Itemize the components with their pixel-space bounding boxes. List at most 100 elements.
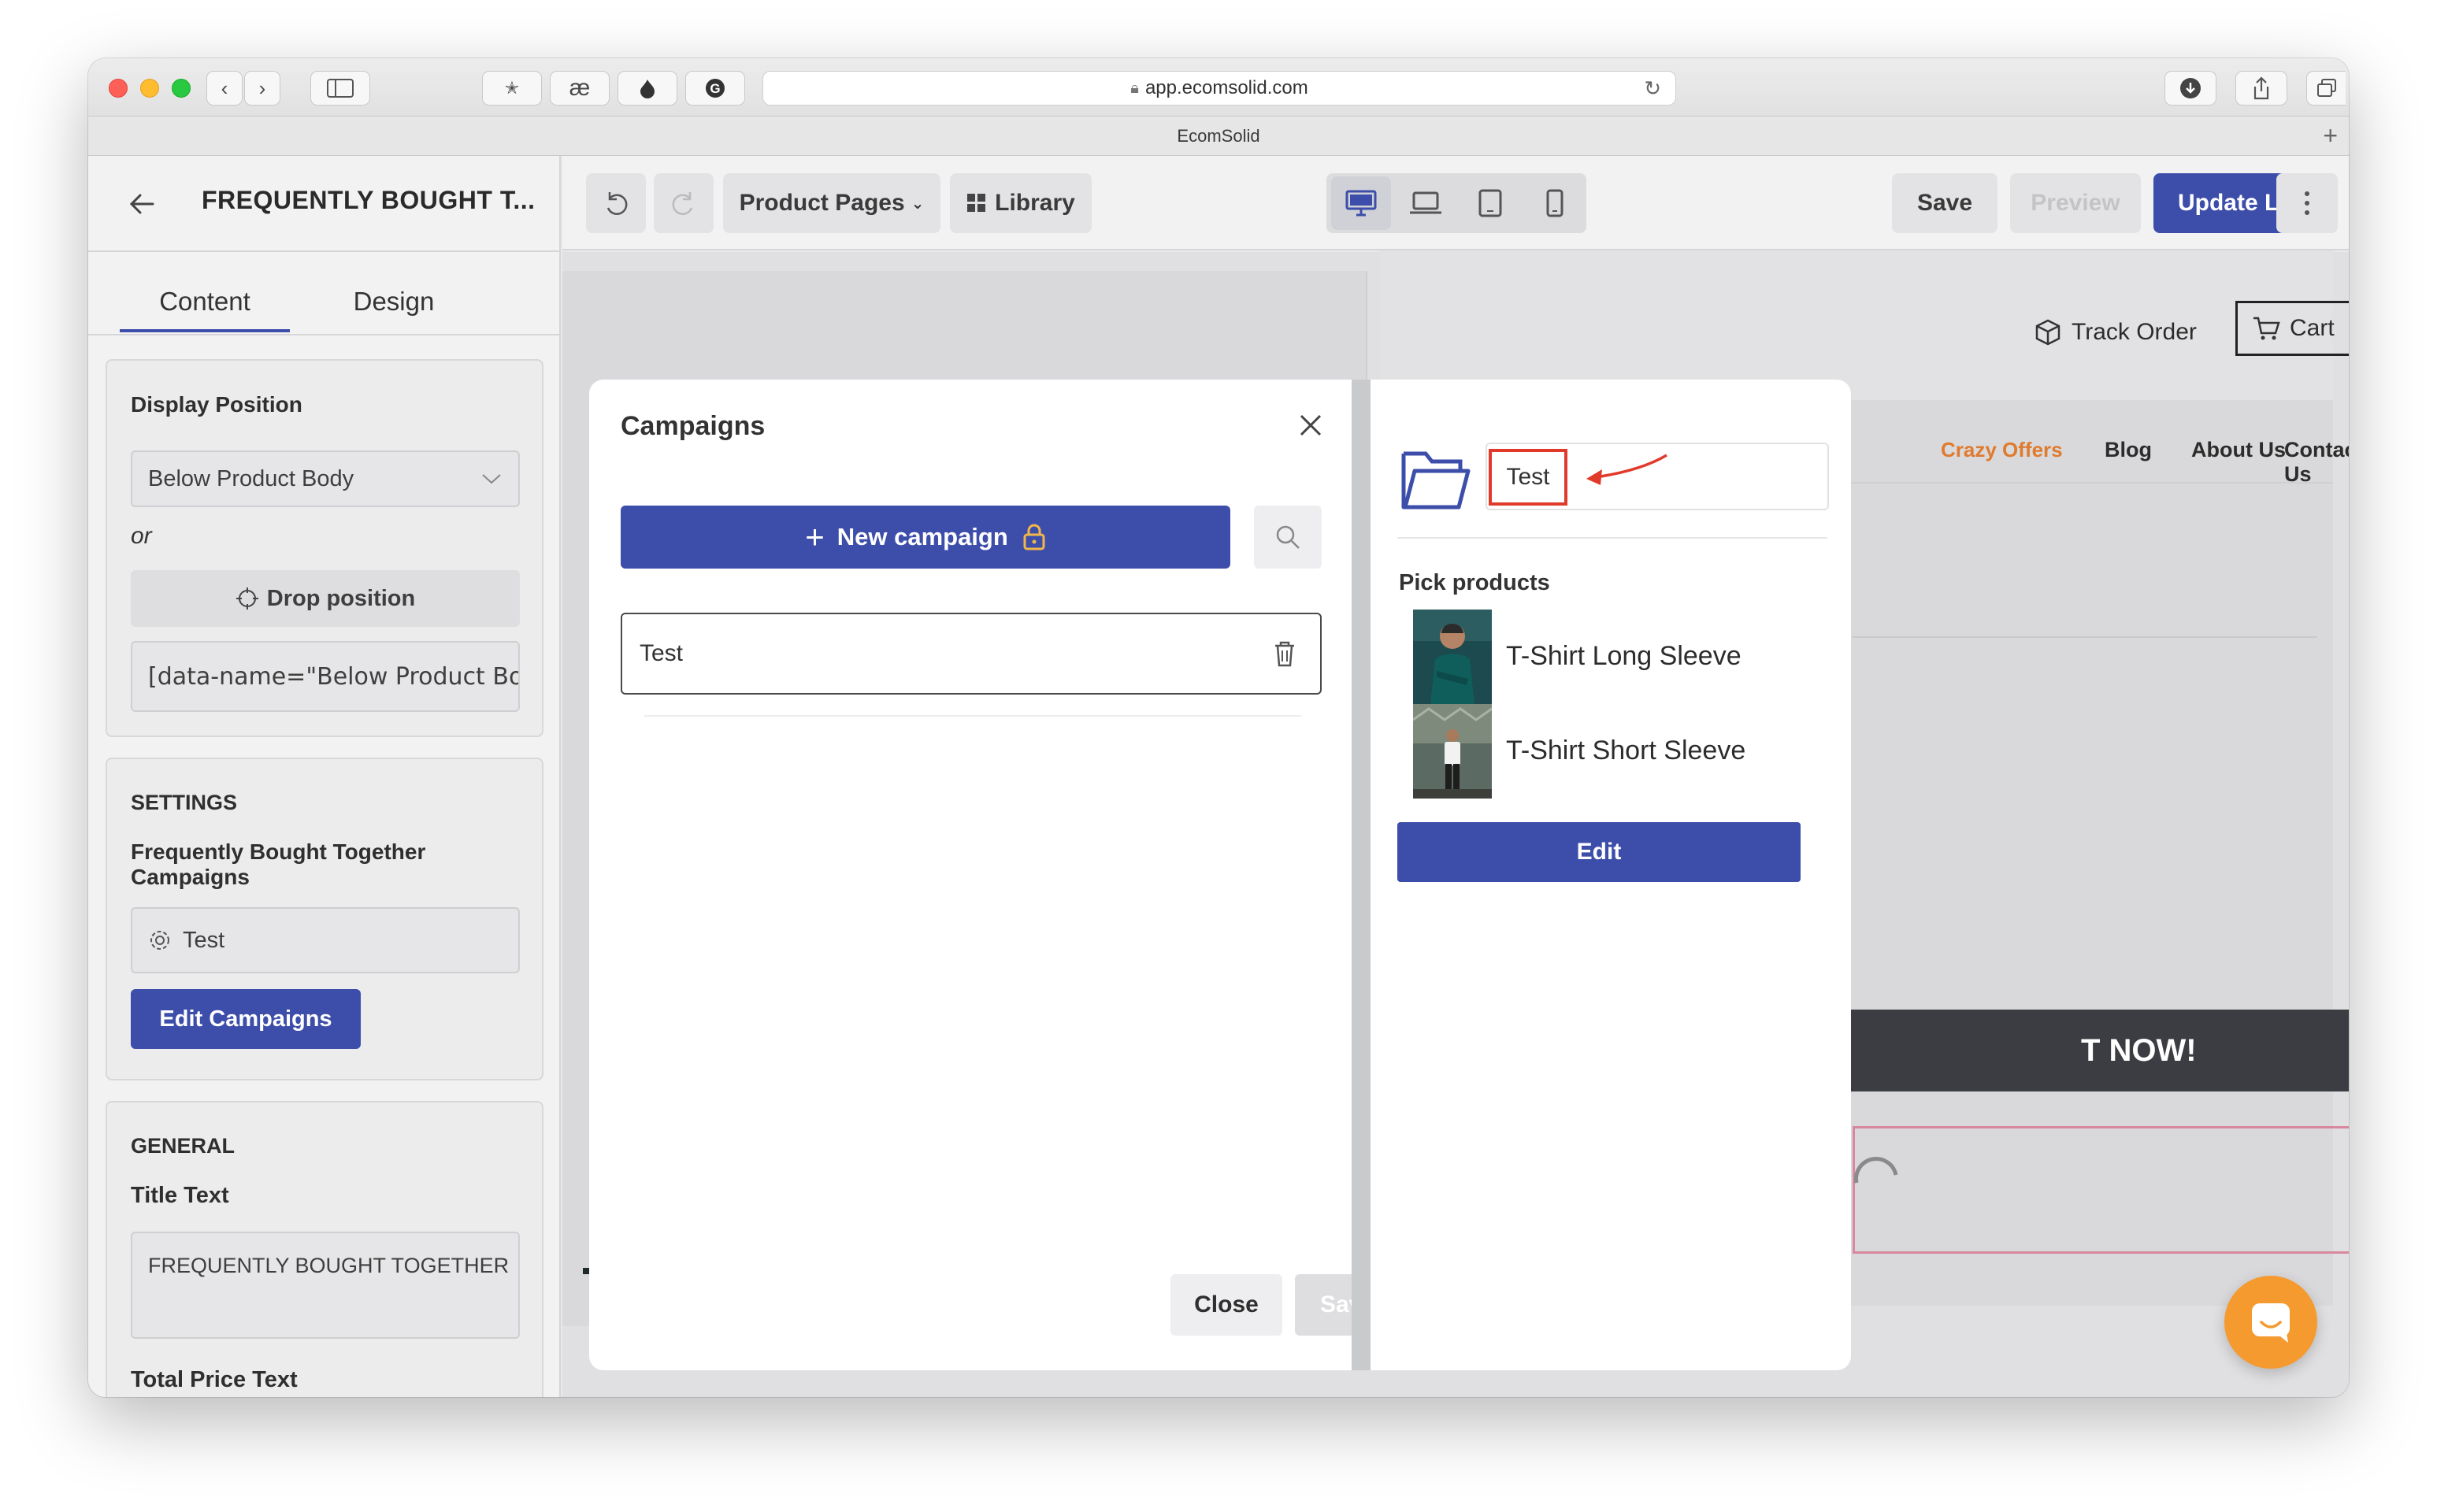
- selector-input[interactable]: [data-name="Below Product Body"]: [131, 641, 520, 712]
- loading-spinner-icon: [1854, 1157, 1898, 1184]
- display-position-card: Display Position Below Product Body or D…: [106, 359, 543, 737]
- tablet-icon: [1478, 189, 1502, 217]
- nav-crazy-offers[interactable]: Crazy Offers: [1941, 438, 2063, 462]
- track-order-label: Track Order: [2072, 319, 2197, 345]
- product-image-long-sleeve: [1413, 610, 1492, 704]
- fbt-block-placeholder: [1853, 1126, 2349, 1254]
- chevron-right-icon: ›: [258, 76, 266, 100]
- cart-button[interactable]: Cart: [2235, 301, 2349, 356]
- campaign-value: Test: [183, 927, 225, 953]
- flame-icon: [640, 80, 655, 98]
- cart-label: Cart: [2290, 315, 2335, 341]
- search-campaign-button[interactable]: [1254, 506, 1322, 569]
- divider: [1397, 537, 1827, 539]
- new-tab-plus-icon[interactable]: +: [2323, 121, 2338, 150]
- desktop-view-button[interactable]: [1331, 176, 1391, 230]
- tablet-view-button[interactable]: [1460, 176, 1520, 230]
- divider: [644, 715, 1301, 717]
- preview-button[interactable]: Preview: [2010, 173, 2141, 233]
- nav-blog[interactable]: Blog: [2105, 438, 2152, 462]
- tab-overview-button[interactable]: [2306, 71, 2346, 106]
- campaign-list-item[interactable]: Test: [621, 613, 1322, 695]
- general-heading: GENERAL: [131, 1134, 236, 1158]
- share-icon: [2253, 76, 2269, 100]
- modal-title: Campaigns: [621, 411, 766, 441]
- edit-campaigns-button[interactable]: Edit Campaigns: [131, 989, 361, 1049]
- display-position-select[interactable]: Below Product Body: [131, 450, 520, 507]
- undo-button[interactable]: [586, 173, 646, 233]
- extension-ae-button[interactable]: æ: [550, 71, 610, 106]
- back-nav-button[interactable]: ‹: [206, 71, 243, 106]
- browser-window: ‹ › ✭ æ G 🔒︎ app.ecomsolid.com ↻ EcomSol…: [88, 58, 2349, 1397]
- campaign-name-input[interactable]: Test: [1489, 449, 1567, 506]
- tabs-icon: [2316, 79, 2336, 97]
- edit-products-button[interactable]: Edit: [1397, 822, 1801, 882]
- extension-grammarly-button[interactable]: G: [685, 71, 745, 106]
- svg-text:G: G: [710, 81, 720, 96]
- search-icon: [1276, 525, 1300, 549]
- campaigns-modal: Campaigns + New campaign Test Close Save: [589, 380, 1400, 1370]
- nav-about-us[interactable]: About Us: [2191, 438, 2286, 462]
- ae-extension-icon: æ: [569, 75, 591, 101]
- campaigns-label: Frequently Bought Together Campaigns: [131, 839, 426, 889]
- bookmark-button[interactable]: ✭: [482, 71, 542, 106]
- crosshair-icon: [236, 587, 258, 610]
- undo-icon: [606, 192, 628, 215]
- laptop-icon: [1410, 191, 1441, 214]
- url-text: app.ecomsolid.com: [1144, 77, 1308, 98]
- address-bar[interactable]: 🔒︎ app.ecomsolid.com ↻: [762, 71, 1676, 106]
- redo-button[interactable]: [654, 173, 714, 233]
- more-options-button[interactable]: [2276, 173, 2338, 233]
- reload-icon[interactable]: ↻: [1644, 76, 1661, 101]
- star-bookmark-icon: ✭: [504, 78, 520, 98]
- minimize-window-button[interactable]: [140, 79, 159, 98]
- tab-design[interactable]: Design: [309, 277, 479, 332]
- browser-tab[interactable]: EcomSolid +: [88, 117, 2349, 156]
- modal-close-text-button[interactable]: Close: [1170, 1274, 1282, 1336]
- campaign-select[interactable]: Test: [131, 907, 520, 973]
- editor-app: FREQUENTLY BOUGHT T... Content Design Di…: [88, 156, 2349, 1397]
- campaign-name: Test: [640, 640, 684, 666]
- mobile-view-button[interactable]: [1525, 176, 1585, 230]
- campaign-detail-panel: Test Pick products T-Shirt Long Sleeve T…: [1371, 380, 1851, 1370]
- lock-icon: [1023, 524, 1045, 550]
- sidebar-icon: [327, 79, 354, 98]
- element-title: FREQUENTLY BOUGHT T...: [202, 186, 536, 214]
- modal-split-divider: [1352, 380, 1371, 1370]
- title-text-input[interactable]: FREQUENTLY BOUGHT TOGETHER: [131, 1232, 520, 1339]
- trash-icon: [1275, 641, 1294, 667]
- close-window-button[interactable]: [109, 79, 128, 98]
- tab-content[interactable]: Content: [120, 277, 290, 332]
- download-icon: [2180, 78, 2201, 98]
- annotation-arrow-icon: [1586, 454, 1667, 485]
- drop-position-button[interactable]: Drop position: [131, 570, 520, 627]
- track-order-link[interactable]: Track Order: [2034, 318, 2197, 346]
- divider: [88, 250, 559, 252]
- nav-contact-us[interactable]: Contact Us: [2284, 438, 2349, 487]
- sidebar-toggle-button[interactable]: [310, 71, 370, 106]
- plus-icon: +: [805, 518, 825, 555]
- chat-launcher-button[interactable]: [2224, 1276, 2317, 1369]
- page-selector-dropdown[interactable]: Product Pages ⌄: [723, 173, 940, 233]
- arrow-left-icon: [129, 194, 154, 214]
- laptop-view-button[interactable]: [1396, 176, 1456, 230]
- redo-icon: [672, 192, 693, 215]
- modal-close-button[interactable]: [1295, 410, 1326, 441]
- new-campaign-button[interactable]: + New campaign: [621, 506, 1230, 569]
- extension-drop-button[interactable]: [618, 71, 677, 106]
- divider: [1853, 636, 2317, 638]
- campaign-name-field[interactable]: Test: [1486, 443, 1829, 510]
- maximize-window-button[interactable]: [172, 79, 191, 98]
- downloads-button[interactable]: [2164, 71, 2216, 106]
- settings-heading: SETTINGS: [131, 791, 238, 814]
- mobile-icon: [1546, 189, 1563, 217]
- display-position-label: Display Position: [131, 392, 302, 417]
- save-toolbar-button[interactable]: Save: [1892, 173, 1997, 233]
- library-button[interactable]: Library: [950, 173, 1092, 233]
- new-campaign-label: New campaign: [836, 523, 1008, 550]
- chevron-left-icon: ‹: [221, 76, 228, 100]
- back-button[interactable]: [123, 184, 162, 224]
- forward-nav-button[interactable]: ›: [244, 71, 280, 106]
- editor-toolbar: Product Pages ⌄ Library Save Preview Upd…: [562, 156, 2349, 250]
- share-button[interactable]: [2235, 71, 2287, 106]
